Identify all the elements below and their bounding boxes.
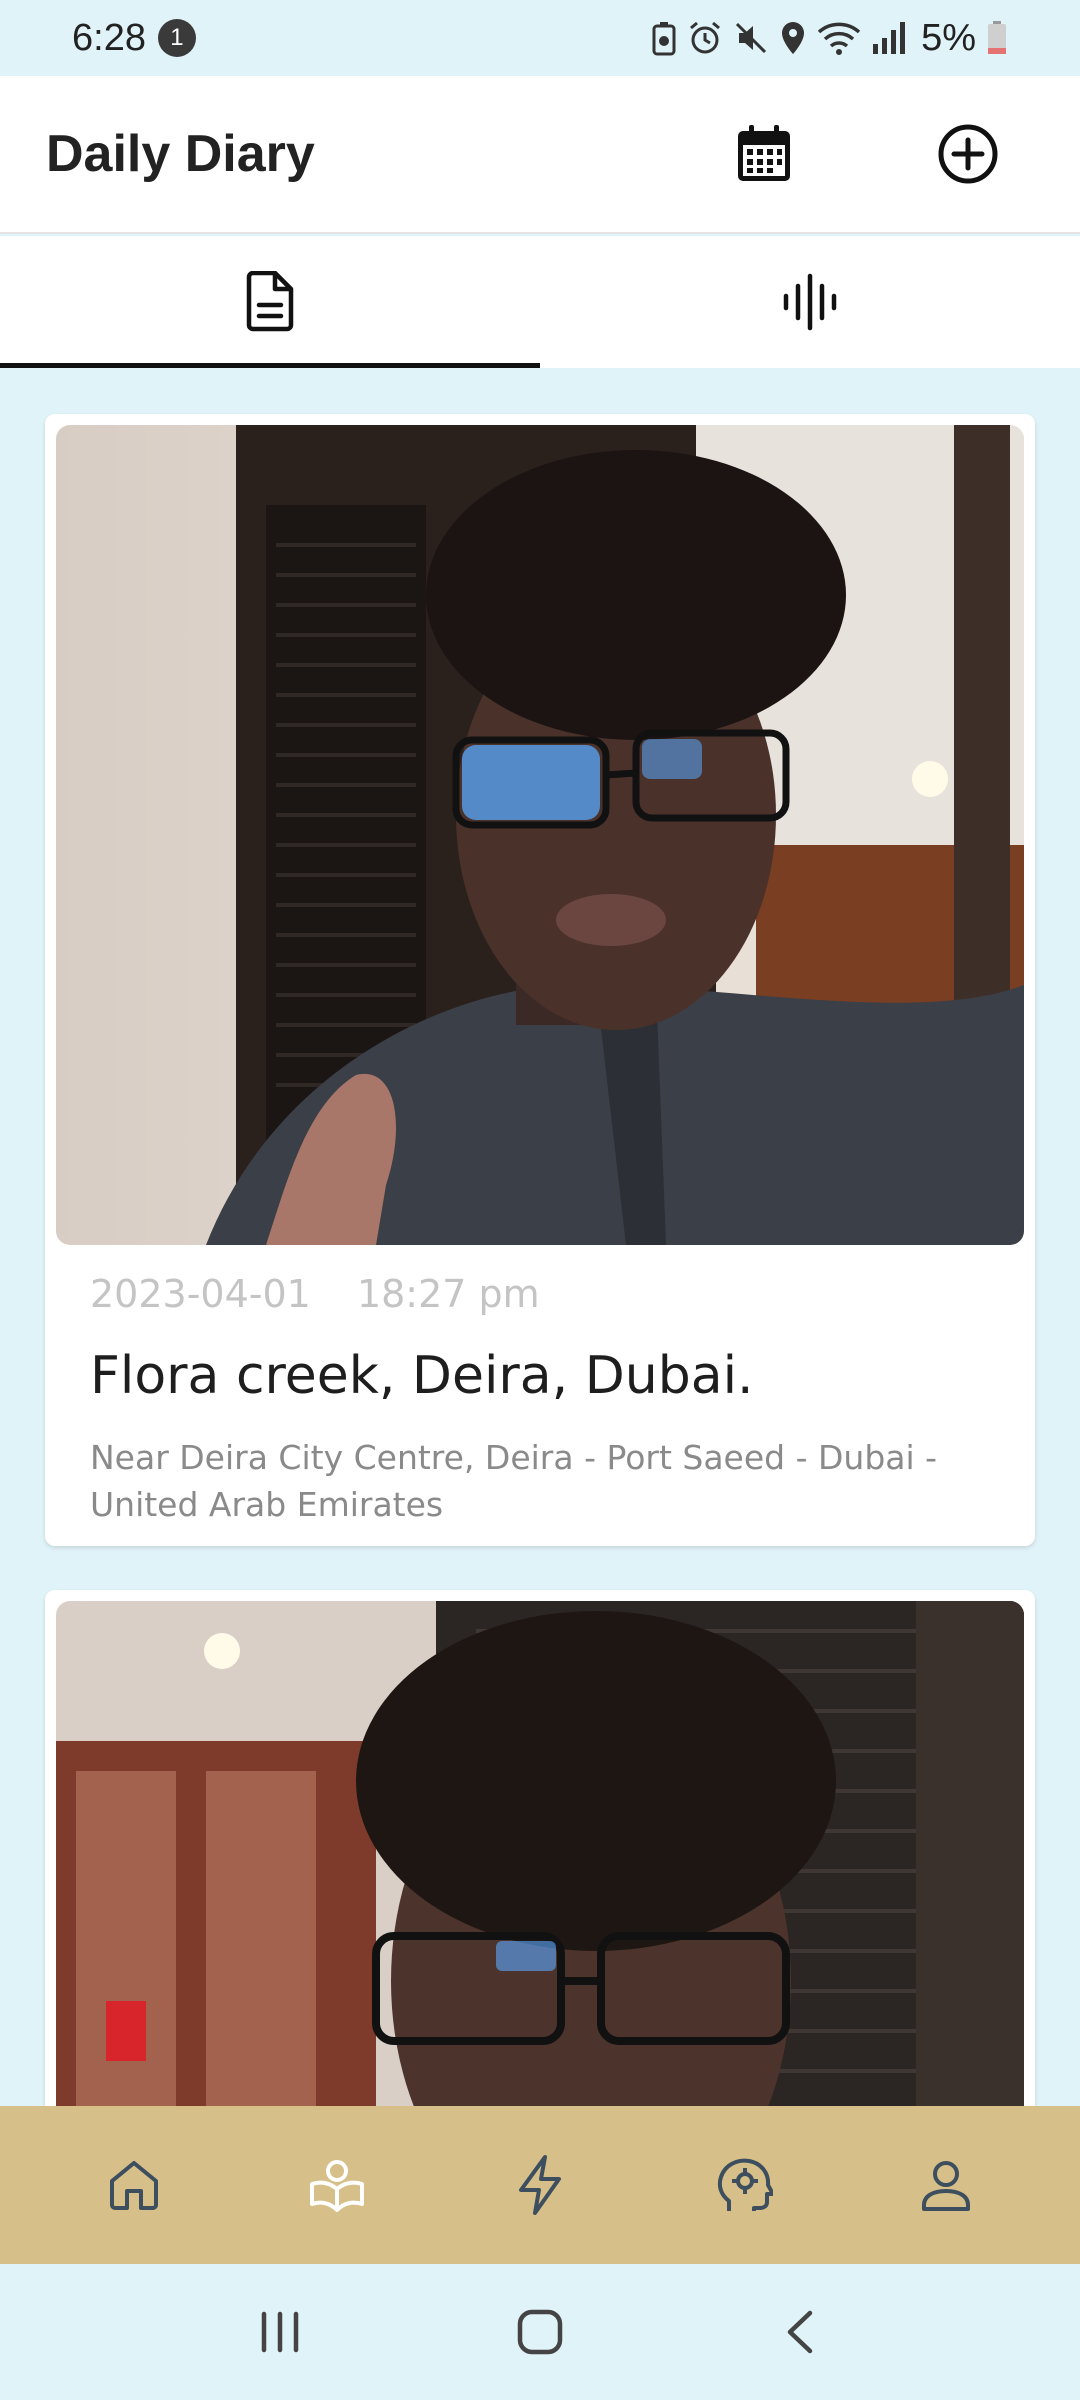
home-square-icon — [517, 2309, 563, 2355]
nav-journal[interactable] — [287, 2135, 387, 2235]
home-icon — [109, 2161, 158, 2210]
wifi-icon — [817, 22, 861, 55]
mind-icon — [718, 2158, 774, 2211]
add-entry-button[interactable] — [928, 114, 1008, 194]
calendar-icon — [738, 125, 790, 181]
entry-time: 18:27 pm — [356, 1272, 540, 1316]
diary-entry-card[interactable]: 2023-04-01 18:27 pm Flora creek, Deira, … — [45, 414, 1035, 1546]
add-circle-icon — [938, 124, 998, 184]
calendar-button[interactable] — [724, 114, 804, 194]
entry-photo — [56, 1601, 1024, 2106]
battery-icon — [988, 21, 1006, 54]
app-bar: Daily Diary — [0, 76, 1080, 234]
status-time: 6:28 — [72, 16, 146, 59]
mute-icon — [736, 22, 767, 54]
signal-icon — [873, 22, 906, 54]
entry-date: 2023-04-01 — [90, 1272, 311, 1316]
back-button[interactable] — [755, 2287, 845, 2377]
nav-profile[interactable] — [896, 2135, 996, 2235]
status-icons: 5% — [651, 17, 1008, 60]
battery-percent: 5% — [921, 16, 976, 59]
diary-entry-card[interactable] — [45, 1590, 1035, 2106]
battery-saver-icon — [652, 22, 676, 56]
nav-home[interactable] — [84, 2135, 184, 2235]
app-title: Daily Diary — [46, 125, 315, 183]
tab-text-entries[interactable] — [0, 236, 540, 368]
bottom-nav — [0, 2106, 1080, 2264]
journal-icon — [309, 2160, 364, 2212]
recent-apps-icon — [261, 2311, 299, 2353]
location-icon — [782, 22, 805, 54]
entry-meta: 2023-04-01 18:27 pm — [90, 1272, 540, 1316]
diary-list[interactable]: 2023-04-01 18:27 pm Flora creek, Deira, … — [0, 368, 1080, 2106]
alarm-icon — [690, 21, 721, 54]
entry-address: Near Deira City Centre, Deira - Port Sae… — [90, 1438, 938, 1524]
tab-audio-entries[interactable] — [540, 236, 1080, 368]
recent-apps-button[interactable] — [235, 2287, 325, 2377]
nav-mind[interactable] — [693, 2135, 793, 2235]
system-nav-bar — [0, 2264, 1080, 2400]
entry-photo — [56, 425, 1024, 1245]
nav-activity[interactable] — [490, 2135, 590, 2235]
audio-wave-icon — [783, 273, 837, 331]
notification-badge: 1 — [157, 19, 196, 57]
tab-bar — [0, 236, 1080, 368]
entry-title: Flora creek, Deira, Dubai. — [90, 1346, 754, 1406]
lightning-icon — [518, 2155, 561, 2215]
back-chevron-icon — [787, 2310, 813, 2354]
document-icon — [246, 271, 294, 332]
status-bar: 6:28 1 5% — [0, 0, 1080, 76]
home-system-button[interactable] — [495, 2287, 585, 2377]
profile-icon — [922, 2161, 971, 2211]
